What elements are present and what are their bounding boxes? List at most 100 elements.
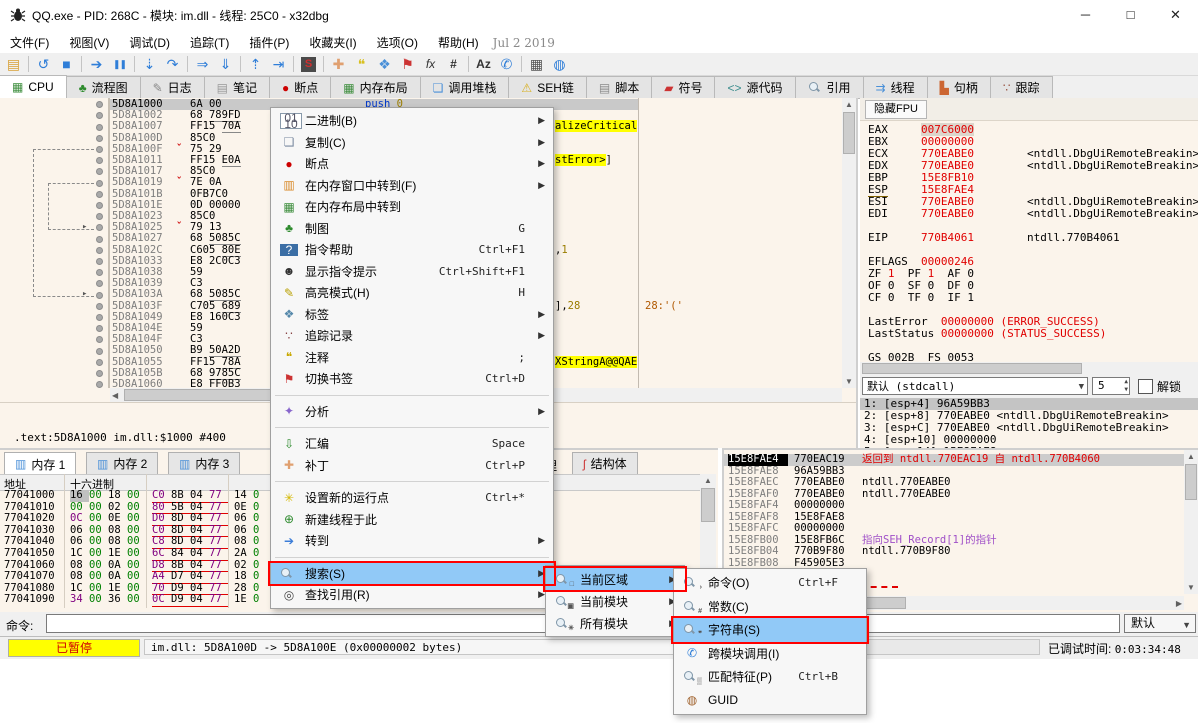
tab-graph[interactable]: ♣流程图 <box>66 76 141 98</box>
breakpoint-dot-icon[interactable] <box>96 213 103 220</box>
menu-item-binary[interactable]: 0110二进制(B)▶ <box>271 110 553 132</box>
tab-cpu[interactable]: ▦CPU <box>0 75 67 98</box>
scroll-down-icon[interactable]: ▼ <box>842 377 856 386</box>
tab-references[interactable]: 引用 <box>795 76 864 98</box>
close-button[interactable]: ✕ <box>1153 0 1198 30</box>
scroll-left-icon[interactable]: ◀ <box>112 391 118 400</box>
command-combobox[interactable]: 默认▼ <box>1124 614 1196 633</box>
menu-item-assemble[interactable]: ⇩汇编Space <box>271 433 553 455</box>
breakpoint-dot-icon[interactable] <box>96 359 103 366</box>
breakpoint-dot-icon[interactable] <box>96 180 103 187</box>
submenu-item-pattern[interactable]: ▒匹配特征(P)Ctrl+B <box>674 665 866 689</box>
menubar-item[interactable]: 追踪(T) <box>180 30 239 53</box>
patch-button[interactable]: ✚ <box>327 54 350 75</box>
menu-item-follow-in-dump[interactable]: ▥在内存窗口中转到(F)▶ <box>271 175 553 197</box>
menu-item-show-mnemonic-brief[interactable]: ☻显示指令提示Ctrl+Shift+F1 <box>271 261 553 283</box>
stack-row[interactable]: 15E8FAFC00000000 <box>724 523 1198 535</box>
scroll-up-icon[interactable]: ▲ <box>700 476 716 485</box>
tab-breakpoints[interactable]: ●断点 <box>269 76 331 98</box>
menu-item-goto[interactable]: ➔转到▶ <box>271 530 553 552</box>
disasm-vscrollbar[interactable]: ▲ ▼ <box>842 98 856 388</box>
menu-item-set-new-origin[interactable]: ✳设置新的运行点Ctrl+* <box>271 487 553 509</box>
menubar-item[interactable]: 帮助(H) <box>428 30 489 53</box>
menu-item-label[interactable]: ❖标签▶ <box>271 304 553 326</box>
submenu-item-string[interactable]: ❞字符串(S) <box>674 618 866 642</box>
tab-memory-map[interactable]: ▦内存布局 <box>330 76 420 98</box>
menu-item-highlighting-mode[interactable]: ✎高亮模式(H)H <box>271 282 553 304</box>
breakpoint-dot-icon[interactable] <box>96 348 103 355</box>
comments-button[interactable]: ❝ <box>350 54 373 75</box>
menu-item-follow-in-memory-map[interactable]: ▦在内存布局中转到 <box>271 196 553 218</box>
breakpoint-dot-icon[interactable] <box>96 325 103 332</box>
scroll-down-icon[interactable]: ▼ <box>1184 583 1198 592</box>
maximize-button[interactable]: □ <box>1108 0 1153 30</box>
submenu-item-all-modules[interactable]: ✳所有模块▶ <box>546 612 684 634</box>
stack-vscrollbar[interactable]: ▲ ▼ <box>1184 450 1198 594</box>
menu-item-analysis[interactable]: ✦分析▶ <box>271 401 553 423</box>
breakpoint-dot-icon[interactable] <box>96 336 103 343</box>
restart-button[interactable]: ↺ <box>32 54 55 75</box>
submenu-item-constant[interactable]: #常数(C) <box>674 595 866 619</box>
tab-struct[interactable]: ʃ 结构体 <box>572 452 638 474</box>
pause-button[interactable]: ❚❚ <box>108 54 131 75</box>
open-file-button[interactable]: ▤ <box>2 54 25 75</box>
calling-convention-combobox[interactable]: 默认 (stdcall)▼ <box>862 377 1088 395</box>
submenu-item-current-module[interactable]: ▣当前模块▶ <box>546 590 684 612</box>
breakpoint-dot-icon[interactable] <box>96 303 103 310</box>
breakpoint-dot-icon[interactable] <box>96 247 103 254</box>
breakpoint-dot-icon[interactable] <box>96 146 103 153</box>
unlock-checkbox[interactable] <box>1138 379 1153 394</box>
spinner-arrows-icon[interactable]: ▲▼ <box>1124 378 1128 394</box>
menubar-item[interactable]: 文件(F) <box>0 30 59 53</box>
tab-notes[interactable]: ▤笔记 <box>204 76 270 98</box>
menu-item-trace-record[interactable]: ∵追踪记录▶ <box>271 325 553 347</box>
hash-button[interactable]: # <box>442 54 465 75</box>
register-line[interactable]: EDI 770EABE0 <ntdll.DbgUiRemoteBreakin> <box>868 208 1194 220</box>
breakpoint-dot-icon[interactable] <box>96 168 103 175</box>
menu-item-find-references[interactable]: ◎查找引用(R)▶ <box>271 584 553 606</box>
menubar-item[interactable]: 收藏夹(I) <box>299 30 366 53</box>
run-to-user-code-button[interactable]: ⇡ <box>244 54 267 75</box>
function-fx-button[interactable]: fx <box>419 54 442 75</box>
breakpoint-dot-icon[interactable] <box>96 202 103 209</box>
breakpoint-dot-icon[interactable] <box>96 124 103 131</box>
az-strings-button[interactable]: Az <box>472 54 495 75</box>
tab-symbols[interactable]: ▰符号 <box>651 76 715 98</box>
menu-item-search[interactable]: 搜索(S)▶ <box>271 563 553 585</box>
step-out-button[interactable]: ⇓ <box>214 54 237 75</box>
breakpoint-dot-icon[interactable] <box>96 224 103 231</box>
breakpoint-dot-icon[interactable] <box>96 101 103 108</box>
phone-modules-button[interactable]: ✆ <box>495 54 518 75</box>
breakpoint-dot-icon[interactable] <box>96 292 103 299</box>
arg-count-spinner[interactable]: 5▲▼ <box>1092 377 1130 395</box>
menu-item-new-thread-here[interactable]: ⊕新建线程于此 <box>271 509 553 531</box>
scroll-thumb[interactable] <box>843 112 855 154</box>
globe-button[interactable]: ◍ <box>548 54 571 75</box>
submenu-item-current-region[interactable]: □当前区域▶ <box>546 568 684 590</box>
menu-item-comment[interactable]: ❝注释; <box>271 347 553 369</box>
breakpoint-dot-icon[interactable] <box>96 157 103 164</box>
tab-log[interactable]: ✎日志 <box>140 76 205 98</box>
breakpoint-dot-icon[interactable] <box>96 258 103 265</box>
menu-item-patch[interactable]: ✚补丁Ctrl+P <box>271 455 553 477</box>
labels-button[interactable]: ❖ <box>373 54 396 75</box>
registers-pane[interactable]: 隐藏FPU EAX 007C6000EBX 00000000ECX 770EAB… <box>860 98 1198 448</box>
tab-threads[interactable]: ⇉线程 <box>863 76 928 98</box>
step-over-button[interactable]: ↷ <box>161 54 184 75</box>
stack-row[interactable]: 15E8FAE4770EAC19返回到 ntdll.770EAC19 自 ntd… <box>724 454 1198 466</box>
submenu-item-guid[interactable]: ◍GUID <box>674 689 866 713</box>
menubar-item[interactable]: 插件(P) <box>239 30 299 53</box>
hide-fpu-button[interactable]: 隐藏FPU <box>865 100 927 119</box>
scroll-thumb[interactable] <box>1185 464 1197 500</box>
tab-dump-1[interactable]: ▥内存 1 <box>4 452 76 475</box>
register-line[interactable]: EIP 770B4061 ntdll.770B4061 <box>868 232 1194 244</box>
tab-source[interactable]: <>源代码 <box>714 76 795 98</box>
scroll-right-icon[interactable]: ▶ <box>1176 599 1182 608</box>
breakpoint-dot-icon[interactable] <box>96 280 103 287</box>
minimize-button[interactable]: ─ <box>1063 0 1108 30</box>
stack-row[interactable]: 15E8FAEC770EABE0ntdll.770EABE0 <box>724 477 1198 489</box>
stack-row[interactable]: 15E8FAF400000000 <box>724 500 1198 512</box>
menubar-item[interactable]: 视图(V) <box>59 30 119 53</box>
tab-script[interactable]: ▤脚本 <box>586 76 652 98</box>
menu-item-instruction-help[interactable]: ?指令帮助Ctrl+F1 <box>271 239 553 261</box>
